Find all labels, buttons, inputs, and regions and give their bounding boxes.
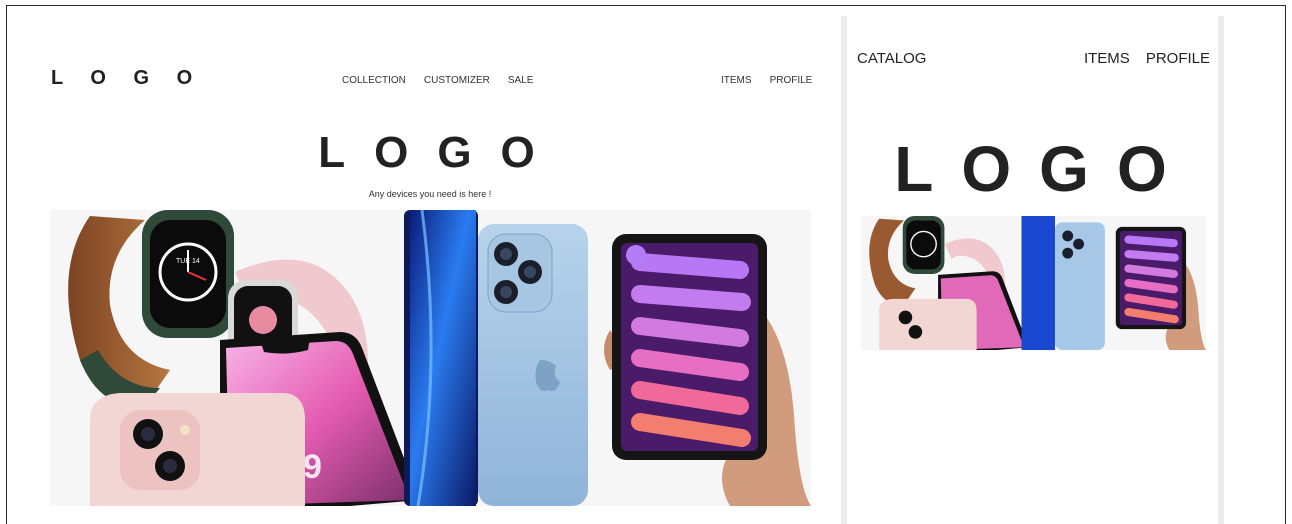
product-banner-image: TUE 14 10:09: [50, 210, 811, 506]
mobile-layout: CATALOG ITEMS PROFILE LOGO: [841, 16, 1224, 524]
hero-tagline: Any devices you need is here !: [368, 189, 492, 199]
nav-items[interactable]: ITEMS: [721, 75, 752, 86]
mobile-nav-items[interactable]: ITEMS: [1084, 50, 1130, 67]
mobile-hero-title: LOGO: [894, 133, 1195, 205]
mobile-product-banner-image: [861, 216, 1206, 350]
pink-iphone-back-shape: [90, 393, 305, 506]
desktop-layout: L O G O COLLECTION CUSTOMIZER SALE ITEMS…: [7, 6, 839, 524]
sierra-iphone-back-shape: [478, 224, 588, 506]
header-logo[interactable]: L O G O: [51, 67, 203, 90]
mobile-nav-catalog[interactable]: CATALOG: [857, 50, 926, 67]
nav-customizer[interactable]: CUSTOMIZER: [424, 75, 490, 86]
frame: L O G O COLLECTION CUSTOMIZER SALE ITEMS…: [6, 5, 1286, 524]
mobile-nav-profile[interactable]: PROFILE: [1146, 50, 1210, 67]
nav-profile[interactable]: PROFILE: [770, 75, 813, 86]
user-nav: ITEMS PROFILE: [721, 75, 812, 86]
mobile-user-nav: ITEMS PROFILE: [1084, 50, 1210, 67]
nav-sale[interactable]: SALE: [508, 75, 534, 86]
green-watch-shape: TUE 14: [142, 210, 234, 338]
nav-collection[interactable]: COLLECTION: [342, 75, 406, 86]
hero-title: LOGO: [318, 128, 564, 177]
blue-iphone-front-shape: [404, 210, 478, 506]
watch-date: TUE 14: [176, 258, 200, 265]
main-nav: COLLECTION CUSTOMIZER SALE: [342, 75, 533, 86]
